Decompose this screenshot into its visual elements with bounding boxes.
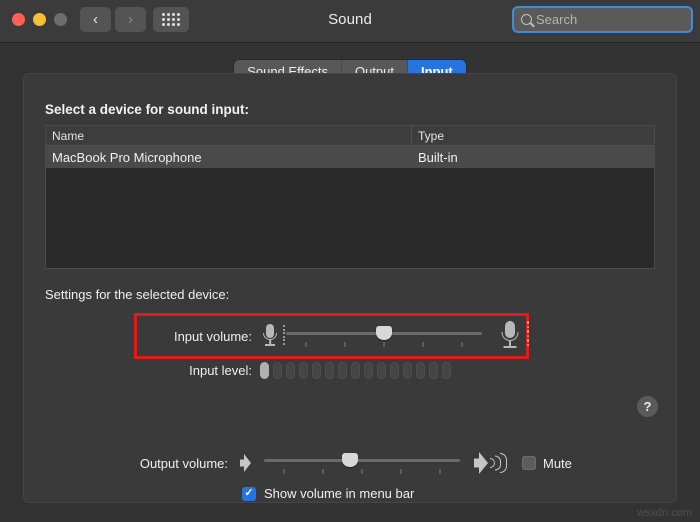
input-volume-ticks	[286, 342, 482, 348]
table-row[interactable]: MacBook Pro Microphone Built-in	[46, 146, 654, 168]
level-segment	[377, 361, 386, 379]
level-segment	[351, 361, 360, 379]
sound-preferences-window: ‹ › Sound Search Sound Effects Output In…	[0, 0, 700, 522]
checkmark-icon: ✓	[244, 487, 254, 499]
input-volume-thumb[interactable]	[376, 326, 392, 340]
level-segment	[403, 361, 412, 379]
input-settings-panel: Select a device for sound input: Name Ty…	[23, 73, 677, 503]
output-volume-thumb[interactable]	[342, 453, 359, 467]
settings-for-device-label: Settings for the selected device:	[45, 287, 230, 302]
help-button[interactable]: ?	[637, 396, 658, 417]
column-header-name[interactable]: Name	[46, 126, 412, 145]
speaker-loud-icon	[474, 452, 508, 474]
input-volume-label: Input volume:	[173, 328, 252, 344]
device-table-header: Name Type	[46, 126, 654, 146]
speaker-quiet-icon	[240, 454, 256, 472]
show-volume-checkbox-group[interactable]: ✓ Show volume in menu bar	[242, 486, 414, 501]
level-segment	[442, 361, 451, 379]
column-header-type[interactable]: Type	[412, 126, 654, 145]
search-placeholder: Search	[536, 12, 578, 27]
microphone-small-icon	[262, 323, 285, 349]
output-volume-slider[interactable]	[264, 451, 460, 475]
output-volume-label: Output volume:	[139, 455, 228, 471]
device-name-cell: MacBook Pro Microphone	[52, 149, 202, 165]
level-segment	[416, 361, 425, 379]
select-device-label: Select a device for sound input:	[45, 102, 250, 117]
question-mark-icon: ?	[643, 399, 652, 414]
level-segment	[325, 361, 334, 379]
window-titlebar: ‹ › Sound Search	[0, 0, 700, 43]
input-level-label: Input level:	[189, 362, 252, 378]
mute-checkbox-group[interactable]: Mute	[522, 456, 572, 471]
input-level-meter	[260, 361, 451, 379]
level-segment	[364, 361, 373, 379]
output-volume-ticks	[264, 469, 460, 475]
search-input[interactable]: Search	[512, 6, 693, 33]
output-volume-track	[264, 459, 460, 462]
mute-checkbox[interactable]	[522, 456, 536, 470]
input-level-control: Input level:	[142, 359, 522, 381]
level-segment	[429, 361, 438, 379]
output-volume-control: Output volume: Mute	[128, 449, 572, 477]
level-segment	[312, 361, 321, 379]
level-segment	[286, 361, 295, 379]
level-segment	[390, 361, 399, 379]
level-segment	[299, 361, 308, 379]
show-volume-label: Show volume in menu bar	[264, 486, 415, 501]
search-icon	[521, 14, 532, 25]
level-segment	[273, 361, 282, 379]
device-type-cell: Built-in	[418, 149, 458, 165]
level-segment	[260, 361, 269, 379]
input-volume-control: Input volume:	[142, 320, 529, 352]
mute-label: Mute	[543, 455, 572, 471]
level-segment	[338, 361, 347, 379]
input-device-list[interactable]: Name Type MacBook Pro Microphone Built-i…	[45, 125, 655, 269]
watermark-text: wsxdn.com	[636, 507, 692, 519]
input-volume-slider[interactable]	[286, 324, 482, 348]
show-volume-checkbox[interactable]: ✓	[242, 486, 256, 501]
microphone-large-icon	[500, 320, 529, 352]
